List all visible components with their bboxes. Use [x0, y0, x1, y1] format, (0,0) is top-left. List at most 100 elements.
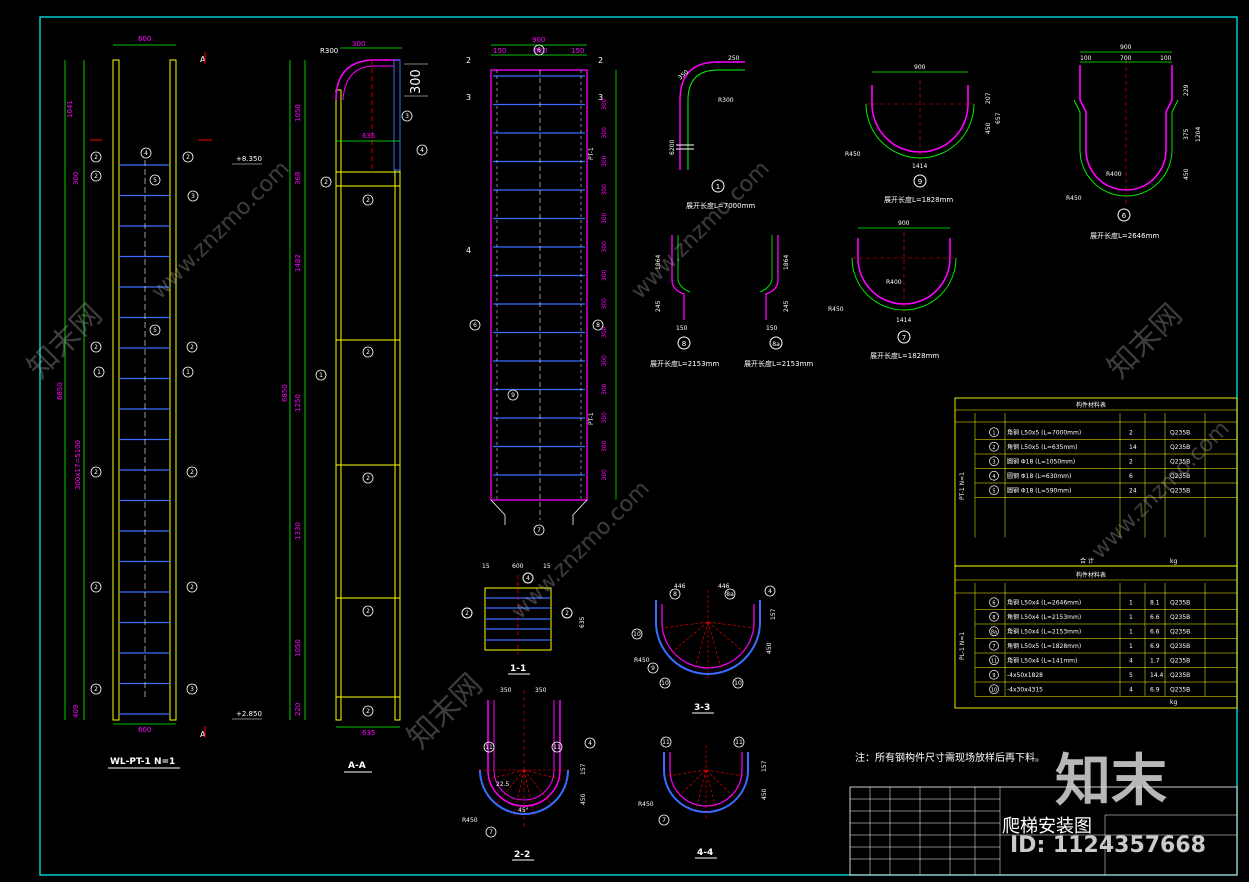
t1-title: 构件材料表 [1076, 401, 1106, 409]
elev-bot: +2.850 [236, 710, 262, 718]
part-qty: 4 [1129, 686, 1133, 693]
aa-300-big: 300 [409, 69, 424, 94]
part-qty: 1 [1129, 614, 1133, 621]
svg-text:10: 10 [734, 680, 742, 687]
aa-side-view: 1050 368 1482 6850 1250 1330 1050 220 R3… [281, 40, 428, 773]
part-material: Q235B [1170, 657, 1190, 664]
front-pitch-dim: 300 [601, 241, 608, 253]
s33-label: 3-3 [694, 703, 710, 713]
part-no: 3 [992, 459, 995, 465]
aa-bot: 635 [362, 729, 375, 737]
aa-r300: R300 [320, 47, 338, 55]
pt-top-dim: 600 [138, 35, 151, 43]
svg-text:2: 2 [190, 344, 194, 351]
s11-635: 635 [579, 616, 586, 628]
svg-text:2: 2 [324, 179, 328, 186]
s22-r450: R450 [462, 817, 478, 824]
p9-len: 展开长度L=1828mm [884, 195, 953, 204]
watermark-site-4: www.znzmo.com [1087, 416, 1235, 564]
svg-text:2: 2 [94, 686, 98, 693]
title-block: 爬梯安装图 [849, 786, 1238, 876]
part-no: 8a [991, 629, 997, 635]
svg-text:4: 4 [420, 147, 424, 154]
t2-total-unit: kg [1170, 699, 1177, 706]
aa-635: 635 [362, 132, 375, 140]
front-pitch-dim: 300 [601, 355, 608, 367]
front-pitch-dim: 300 [601, 127, 608, 139]
part-spec: 角钢 L50x5 (L=7000mm) [1007, 428, 1081, 436]
pt-seg1-dim: 1041 [66, 100, 74, 118]
watermark-site-1: www.znzmo.com [147, 156, 295, 304]
watermark-site-2: www.znzmo.com [507, 476, 655, 624]
svg-text:2: 2 [366, 708, 370, 715]
svg-text:2: 2 [565, 610, 569, 617]
s44-r450: R450 [638, 801, 654, 808]
s33-446b: 446 [718, 583, 730, 590]
front-pitch-dim: 300 [601, 269, 608, 281]
p1-6200: 6200 [669, 140, 676, 155]
part-spec: 角钢 L50x4 (L=2153mm) [1007, 613, 1081, 621]
svg-text:6: 6 [1122, 212, 1127, 220]
part-weight: 14.4 [1150, 672, 1164, 679]
part-no: 10 [991, 687, 997, 693]
watermark-site-3: www.znzmo.com [627, 156, 775, 304]
p1-250: 250 [728, 55, 740, 62]
svg-text:2: 2 [366, 349, 370, 356]
part-weight: 6.9 [1150, 643, 1160, 650]
svg-text:2: 2 [598, 56, 603, 65]
front-pitch-dim: 300 [601, 155, 608, 167]
p9-r450: R450 [845, 151, 861, 158]
part-material: Q235B [1170, 686, 1190, 693]
svg-text:7: 7 [489, 829, 493, 836]
p6-900: 900 [1120, 44, 1132, 51]
aa-seg5: 1330 [294, 522, 302, 540]
watermark-brand: 知末 [1055, 749, 1167, 814]
svg-text:1: 1 [716, 183, 720, 191]
part-qty: 2 [1129, 429, 1133, 436]
part-no: 11 [991, 658, 997, 664]
cage-front-view: 900 150 600 150 300300300300300300300300… [466, 36, 617, 536]
part-qty: 1 [1129, 643, 1133, 650]
p9-657: 657 [995, 112, 1002, 124]
svg-text:2: 2 [94, 173, 98, 180]
p7-r400: R400 [886, 279, 902, 286]
s33-157: 157 [770, 608, 777, 620]
part-no: 6 [992, 600, 995, 606]
part-no: 4 [992, 474, 995, 480]
part-qty: 1 [1129, 628, 1133, 635]
front-pt1-a: PT-1 [588, 147, 595, 160]
p6-100a: 100 [1080, 55, 1092, 62]
svg-text:5: 5 [153, 177, 157, 184]
part-weight: 8.1 [1150, 599, 1160, 606]
svg-text:11: 11 [662, 739, 670, 746]
p6-700: 700 [1120, 55, 1132, 62]
svg-text:2: 2 [94, 469, 98, 476]
front-150a: 150 [493, 47, 506, 55]
part-material: Q235B [1170, 672, 1190, 679]
svg-text:8a: 8a [726, 591, 734, 598]
p9-450: 450 [985, 122, 992, 134]
svg-text:2: 2 [94, 584, 98, 591]
aa-300: 300 [352, 40, 365, 48]
part-weight: 6.9 [1150, 686, 1160, 693]
part-qty: 2 [1129, 458, 1133, 465]
part-spec: 角钢 L50x5 (L=1828mm) [1007, 642, 1081, 650]
s22-label: 2-2 [514, 850, 530, 860]
front-pitch-dim: 300 [601, 298, 608, 310]
svg-text:9: 9 [651, 665, 655, 672]
svg-text:3: 3 [466, 93, 471, 102]
t1-total-label: 合 计 [1080, 557, 1094, 565]
part-spec: 圆钢 Φ18 (L=1050mm) [1007, 457, 1075, 465]
t2-title: 构件材料表 [1076, 571, 1106, 579]
part-weight: 6.6 [1150, 628, 1160, 635]
svg-text:3: 3 [190, 686, 194, 693]
s44-157: 157 [761, 760, 768, 772]
p8a-150: 150 [766, 325, 778, 332]
p6-r450: R450 [1066, 195, 1082, 202]
svg-text:9: 9 [918, 178, 922, 186]
s11-label: 1-1 [510, 664, 526, 674]
t1-group: PT-1 N=1 [959, 472, 966, 500]
part-qty: 1 [1129, 599, 1133, 606]
p7-1414: 1414 [896, 317, 911, 324]
svg-text:2: 2 [94, 344, 98, 351]
